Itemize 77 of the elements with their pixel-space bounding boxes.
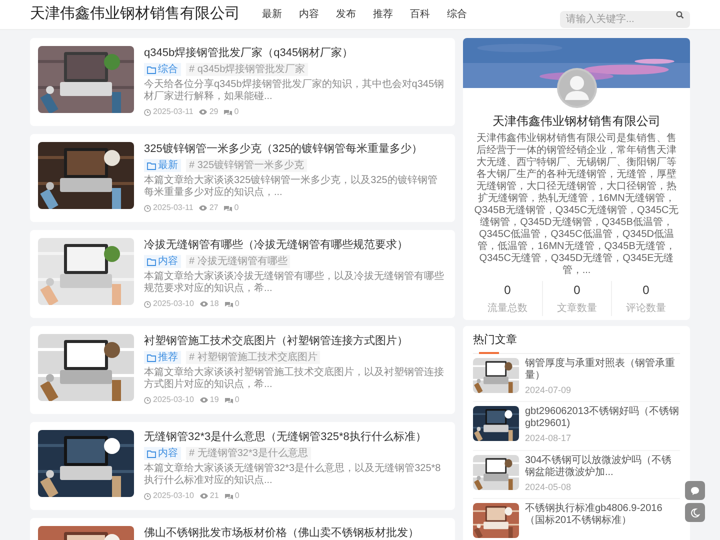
clock-icon bbox=[144, 204, 151, 212]
nav-link[interactable]: 百科 bbox=[410, 7, 430, 22]
stat-label: 文章数量 bbox=[557, 302, 597, 316]
views-count: 18 bbox=[210, 298, 219, 310]
hot-article-title[interactable]: 钢管厚度与承重对照表（钢管承重量） bbox=[525, 358, 680, 382]
views-count: 27 bbox=[209, 202, 218, 214]
article-excerpt: 今天给各位分享q345b焊接钢管批发厂家的知识，其中也会对q345钢材厂家进行解释，如果能碰... bbox=[144, 79, 446, 103]
chat-button[interactable] bbox=[685, 481, 705, 500]
nav-link[interactable]: 内容 bbox=[299, 7, 319, 22]
comment-icon bbox=[224, 396, 233, 404]
moon-icon bbox=[690, 508, 700, 518]
article-title[interactable]: 325镀锌钢管一米多少克（325的镀锌钢管每米重量多少） bbox=[144, 142, 447, 156]
stat-label: 评论数量 bbox=[626, 302, 666, 316]
company-description: 天津伟鑫伟业钢材销售有限公司是集销售、售后经营于一体的钢管经销企业，常年销售天津大无缝、西宁特钢厂、无锡钢厂、衡阳钢厂等各大钢厂生产的各种无缝钢管，无缝管，厚壁无缝钢管，大口径无缝钢管，大口径钢管，热扩无缝钢管，热轧无缝管，16MN无缝钢管，Q345B无缝钢管，Q345C无缝钢管，Q345C无缝钢管，Q345D无缝钢管，Q345B低温管，Q345C低温管，Q345C低温管，Q345D低温管，低温管，16MN无缝管，Q345B无缝管，Q345C无缝管，Q345D无缝管，Q345E无缝管，... bbox=[473, 133, 680, 277]
views-count: 19 bbox=[210, 394, 219, 406]
article-excerpt: 本篇文章给大家谈谈冷拔无缝钢管有哪些，以及冷拔无缝钢管有哪些规范要求对应的知识点，希... bbox=[144, 271, 445, 295]
stat-value: 0 bbox=[642, 282, 650, 299]
hot-article-date: 2024-07-09 bbox=[525, 384, 572, 396]
hot-article-title[interactable]: 不锈钢执行标准gb4806.9-2016（国标201不锈钢标准） bbox=[525, 503, 680, 527]
nav-link[interactable]: 综合 bbox=[447, 7, 467, 22]
chat-icon bbox=[690, 486, 700, 496]
hot-article-date: 2024-08-17 bbox=[525, 432, 572, 445]
article-title[interactable]: 佛山不锈钢批发市场板材价格（佛山卖不锈钢板材批发） bbox=[144, 526, 447, 540]
clock-icon bbox=[144, 300, 151, 308]
clock-icon bbox=[144, 396, 151, 404]
avatar-icon bbox=[556, 68, 596, 108]
comment-icon bbox=[224, 204, 232, 212]
nav-link[interactable]: 最新 bbox=[262, 7, 282, 22]
nav-link[interactable]: 发布 bbox=[336, 7, 356, 22]
company-name: 天津伟鑫伟业钢材销售有限公司 bbox=[492, 113, 662, 130]
article-title[interactable]: q345b焊接钢管批发厂家（q345钢材厂家） bbox=[144, 46, 447, 60]
comment-icon bbox=[224, 108, 232, 116]
clock-icon bbox=[144, 108, 151, 116]
site-logo[interactable]: 天津伟鑫伟业钢材销售有限公司 bbox=[30, 3, 240, 26]
date-text: 2025-03-11 bbox=[153, 106, 194, 118]
views-count: 21 bbox=[210, 490, 219, 502]
article-title[interactable]: 无缝钢管32*3是什么意思（无缝钢管325*8执行什么标准） bbox=[144, 430, 447, 444]
section-title: 热门文章 bbox=[473, 332, 517, 348]
dark-mode-button[interactable] bbox=[685, 503, 705, 522]
eye-icon bbox=[200, 397, 208, 403]
comments-count: 0 bbox=[234, 106, 239, 118]
comments-count: 0 bbox=[234, 490, 240, 502]
article-excerpt: 本篇文章给大家谈谈325镀锌钢管一米多少克，以及325的镀锌钢管每米重量多少对应的知识点，... bbox=[144, 175, 438, 199]
comment-icon bbox=[224, 300, 233, 308]
comments-count: 0 bbox=[234, 298, 240, 310]
eye-icon bbox=[199, 109, 208, 115]
comments-count: 0 bbox=[234, 394, 240, 406]
article-excerpt: 本篇文章给大家谈谈衬塑钢管施工技术交底图片，以及衬塑钢管连接方式图片对应的知识点，希... bbox=[144, 367, 445, 391]
hot-article-title[interactable]: gbt296062013不锈钢好吗（不锈钢gbt29601) bbox=[525, 406, 680, 430]
date-text: 2025-03-10 bbox=[153, 298, 194, 310]
folder-icon bbox=[147, 354, 156, 362]
eye-icon bbox=[199, 205, 208, 211]
article-title[interactable]: 衬塑钢管施工技术交底图片（衬塑钢管连接方式图片） bbox=[144, 334, 447, 348]
folder-icon bbox=[147, 66, 156, 74]
folder-icon bbox=[147, 258, 156, 266]
date-text: 2025-03-10 bbox=[153, 394, 194, 406]
eye-icon bbox=[200, 493, 208, 499]
comments-count: 0 bbox=[234, 202, 239, 214]
stat-value: 0 bbox=[574, 282, 580, 299]
stat-label: 流量总数 bbox=[488, 302, 528, 316]
article-excerpt: 本篇文章给大家谈谈无缝钢管32*3是什么意思，以及无缝钢管325*8执行什么标准对应的知识点... bbox=[144, 463, 442, 487]
date-text: 2025-03-11 bbox=[153, 202, 194, 214]
eye-icon bbox=[200, 301, 208, 307]
hot-article-title[interactable]: 304不锈钢可以放微波炉吗（不锈钢盆能进微波炉加... bbox=[525, 454, 680, 478]
nav-link[interactable]: 推荐 bbox=[373, 7, 393, 22]
article-title[interactable]: 冷拔无缝钢管有哪些（冷拔无缝钢管有哪些规范要求） bbox=[144, 238, 447, 252]
date-text: 2025-03-10 bbox=[153, 490, 194, 502]
folder-icon bbox=[147, 450, 156, 458]
comment-icon bbox=[224, 492, 233, 500]
search-icon[interactable] bbox=[676, 10, 684, 18]
hot-article-date: 2024-05-08 bbox=[525, 480, 572, 494]
views-count: 29 bbox=[209, 106, 218, 118]
search-field[interactable]: 请输入关键字... bbox=[560, 11, 690, 28]
title-underline bbox=[479, 352, 499, 354]
stat-value: 0 bbox=[504, 282, 511, 299]
folder-icon bbox=[147, 162, 156, 170]
clock-icon bbox=[144, 492, 151, 500]
